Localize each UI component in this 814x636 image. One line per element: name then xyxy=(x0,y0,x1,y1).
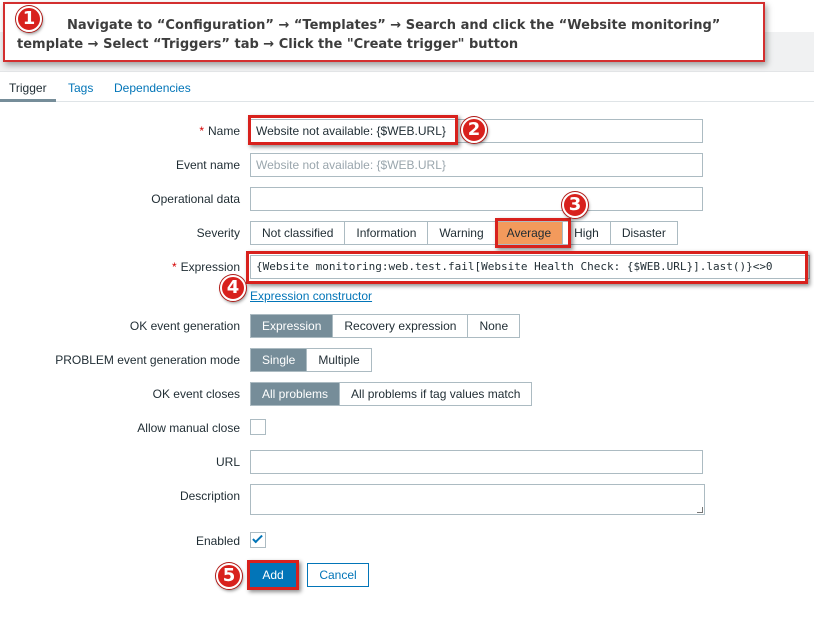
step-badge-1: 1 xyxy=(16,6,42,32)
add-button-highlight xyxy=(247,560,299,590)
ok-closes-all-problems[interactable]: All problems xyxy=(251,383,341,405)
ok-event-generation-label: OK event generation xyxy=(129,319,240,333)
allow-manual-close-label: Allow manual close xyxy=(137,421,240,435)
ok-event-closes-selector: All problems All problems if tag values … xyxy=(250,382,533,406)
tab-bar: Trigger Tags Dependencies xyxy=(0,76,814,102)
severity-disaster[interactable]: Disaster xyxy=(611,222,677,244)
cancel-button[interactable]: Cancel xyxy=(307,563,369,587)
ok-event-generation-selector: Expression Recovery expression None xyxy=(250,314,521,338)
description-label: Description xyxy=(179,489,240,503)
step-badge-3: 3 xyxy=(562,192,588,218)
tab-tags[interactable]: Tags xyxy=(68,81,93,95)
resize-grip-icon[interactable] xyxy=(697,507,703,513)
instruction-callout: Navigate to “Configuration” → “Templates… xyxy=(3,2,765,62)
expression-highlight xyxy=(246,251,808,284)
severity-information[interactable]: Information xyxy=(345,222,429,244)
enabled-checkbox[interactable] xyxy=(250,532,266,548)
description-textarea[interactable] xyxy=(250,484,705,515)
required-marker: * xyxy=(199,124,204,138)
severity-selector: Not classified Information Warning Avera… xyxy=(250,221,678,245)
severity-highlight xyxy=(495,218,571,248)
severity-warning[interactable]: Warning xyxy=(428,222,496,244)
severity-label: Severity xyxy=(196,226,240,240)
url-input[interactable] xyxy=(250,450,703,474)
event-name-input[interactable]: Website not available: {$WEB.URL} xyxy=(250,153,703,177)
step-badge-5: 5 xyxy=(216,563,242,589)
required-marker: * xyxy=(171,260,177,274)
problem-mode-label: PROBLEM event generation mode xyxy=(55,353,240,367)
step-badge-2: 2 xyxy=(461,117,487,143)
tab-trigger[interactable]: Trigger xyxy=(9,81,47,95)
step-badge-4: 4 xyxy=(220,275,246,301)
active-tab-indicator xyxy=(0,99,56,102)
problem-mode-single[interactable]: Single xyxy=(251,349,308,371)
tab-dependencies[interactable]: Dependencies xyxy=(114,81,191,95)
expression-label: * Expression xyxy=(172,260,240,274)
operational-data-label: Operational data xyxy=(151,192,240,206)
expression-label-text: Expression xyxy=(180,260,240,274)
name-label: * Name xyxy=(199,124,240,138)
problem-mode-selector: Single Multiple xyxy=(250,348,372,372)
ok-event-recovery-expression[interactable]: Recovery expression xyxy=(333,315,469,337)
operational-data-input[interactable] xyxy=(250,187,703,211)
name-highlight xyxy=(248,115,458,145)
severity-not-classified[interactable]: Not classified xyxy=(251,222,346,244)
event-name-label: Event name xyxy=(175,158,240,172)
ok-event-none[interactable]: None xyxy=(468,315,519,337)
problem-mode-multiple[interactable]: Multiple xyxy=(307,349,370,371)
expression-constructor-link[interactable]: Expression constructor xyxy=(250,289,372,303)
url-label: URL xyxy=(215,455,240,469)
checkmark-icon xyxy=(252,532,263,544)
allow-manual-close-checkbox[interactable] xyxy=(250,419,266,435)
name-label-text: Name xyxy=(207,124,240,138)
enabled-label: Enabled xyxy=(195,534,240,548)
ok-event-closes-label: OK event closes xyxy=(152,387,240,401)
ok-event-expression[interactable]: Expression xyxy=(251,315,334,337)
instruction-text: Navigate to “Configuration” → “Templates… xyxy=(17,18,721,52)
ok-closes-tag-match[interactable]: All problems if tag values match xyxy=(340,383,531,405)
